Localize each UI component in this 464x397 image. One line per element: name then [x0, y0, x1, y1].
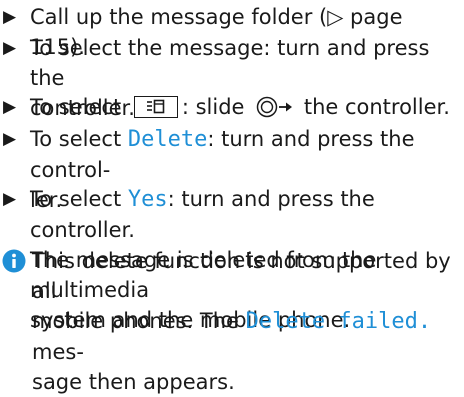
step-text-prefix: To select — [30, 127, 128, 151]
note-text: This delete function is not supported by… — [32, 249, 451, 303]
step-bullet-arrow-icon: ▶ — [3, 189, 17, 209]
step-bullet-arrow-icon: ▶ — [3, 7, 17, 27]
message-menu-icon — [133, 96, 178, 118]
step-bullet-arrow-icon: ▶ — [3, 97, 17, 117]
note-text-continued: sage then appears. — [32, 370, 235, 394]
step-text: To select the message: turn and press th… — [30, 36, 430, 90]
step-text-suffix: the controller. — [297, 95, 450, 119]
step-bullet-arrow-icon: ▶ — [3, 38, 17, 58]
step-text-prefix: To select — [30, 95, 128, 119]
note-text-prefix: mobile phones. The — [32, 309, 246, 333]
step-text-prefix: To select — [30, 187, 128, 211]
display-text-delete-failed: Delete failed. — [245, 309, 432, 334]
info-icon — [2, 249, 26, 273]
instruction-page: ▶ Call up the message folder (▷ page 115… — [0, 0, 464, 394]
display-text-delete: Delete — [127, 127, 208, 152]
step-text-middle: : slide — [181, 95, 252, 119]
note-text-suffix: mes- — [32, 340, 84, 364]
display-text-yes: Yes — [127, 187, 168, 212]
step-bullet-arrow-icon: ▶ — [3, 129, 17, 149]
controller-slide-right-icon — [256, 95, 294, 127]
